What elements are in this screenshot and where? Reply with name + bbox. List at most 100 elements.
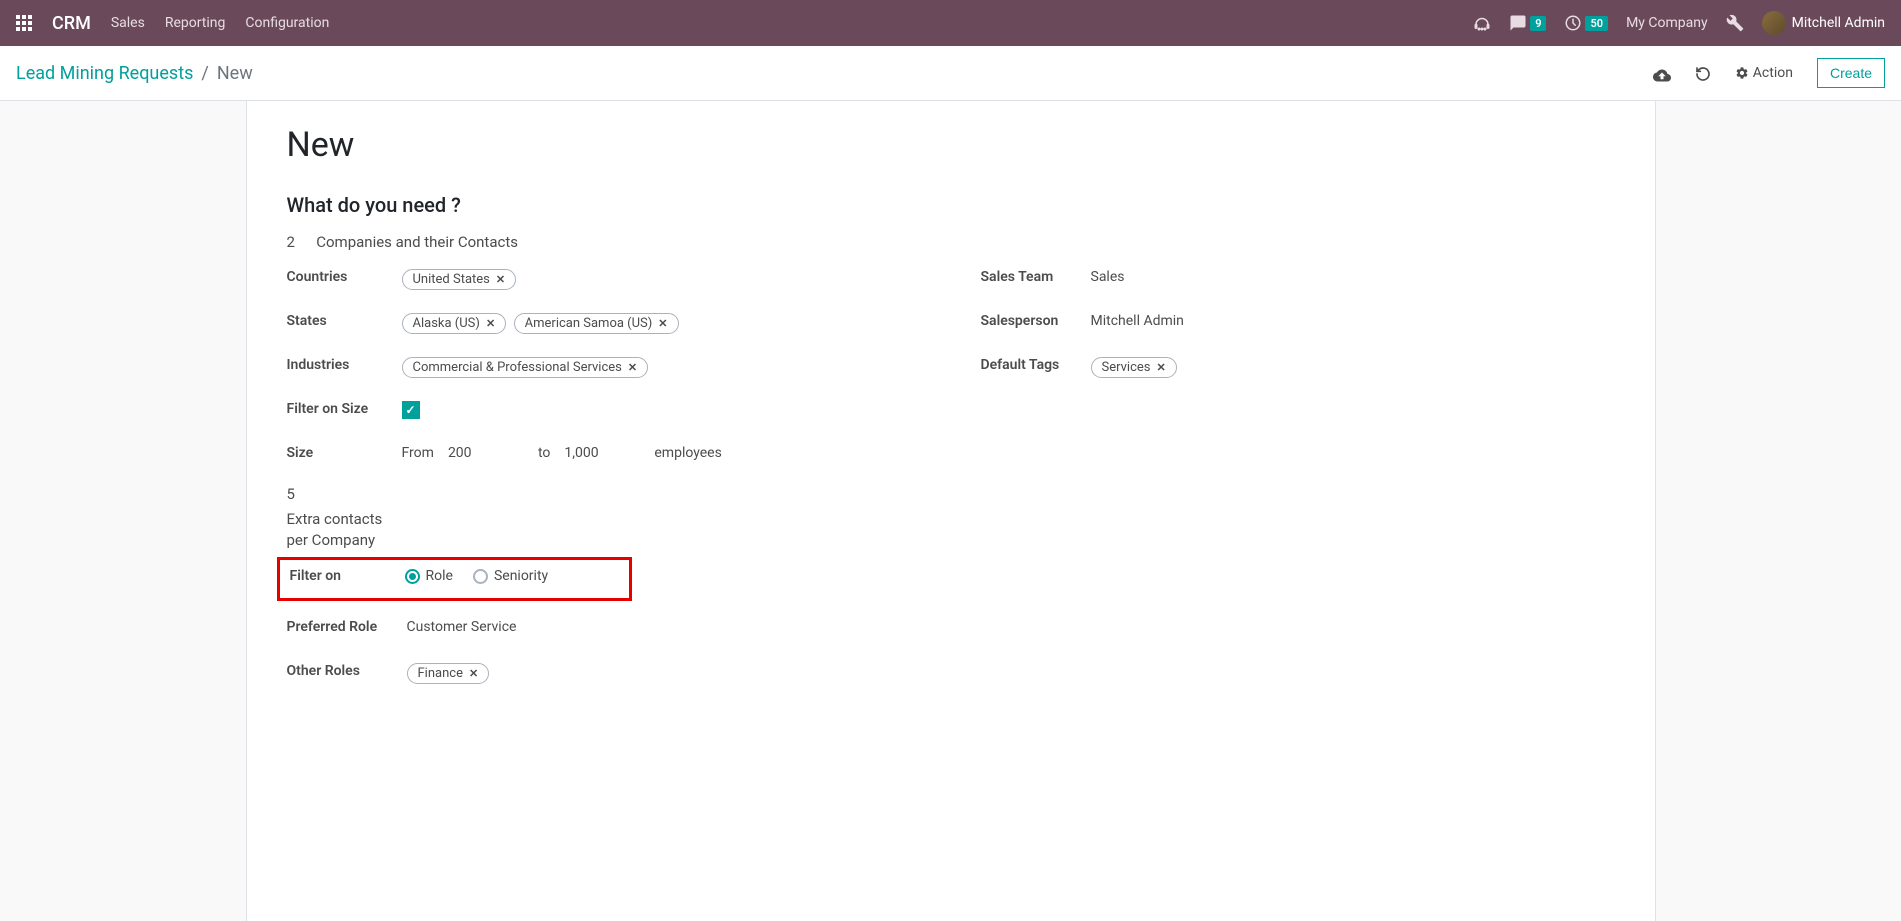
tag-remove-icon[interactable]: ✕ xyxy=(658,317,667,330)
create-button[interactable]: Create xyxy=(1817,58,1885,88)
row-filter-size: Filter on Size ✓ xyxy=(287,397,921,427)
label-preferred-role: Preferred Role xyxy=(287,615,407,635)
lead-count-row: 2 Companies and their Contacts xyxy=(287,233,1615,251)
radio-role-label: Role xyxy=(426,568,453,584)
radio-icon xyxy=(405,569,420,584)
row-preferred-role: Preferred Role Customer Service xyxy=(287,615,921,645)
navbar-right: 9 50 My Company Mitchell Admin xyxy=(1473,11,1885,35)
form-columns: Countries United States✕ States Alaska (… xyxy=(287,265,1615,703)
row-industries: Industries Commercial & Professional Ser… xyxy=(287,353,921,383)
tag-remove-icon[interactable]: ✕ xyxy=(496,273,505,286)
tag-default: Services✕ xyxy=(1091,357,1177,378)
val-states[interactable]: Alaska (US)✕ American Samoa (US)✕ xyxy=(402,309,921,338)
size-from-value[interactable]: 200 xyxy=(448,445,528,461)
row-size: Size From 200 to 1,000 employees xyxy=(287,441,921,471)
row-salesperson: Salesperson Mitchell Admin xyxy=(981,309,1615,339)
activities-icon[interactable]: 50 xyxy=(1564,14,1608,32)
radio-seniority[interactable]: Seniority xyxy=(473,568,548,584)
radio-icon xyxy=(473,569,488,584)
tag-remove-icon[interactable]: ✕ xyxy=(628,361,637,374)
label-size: Size xyxy=(287,441,402,461)
nav-configuration[interactable]: Configuration xyxy=(245,15,329,31)
control-bar: Lead Mining Requests / New Action Create xyxy=(0,46,1901,101)
control-actions: Action Create xyxy=(1653,58,1885,88)
save-cloud-icon[interactable] xyxy=(1653,64,1671,83)
tag-industry: Commercial & Professional Services✕ xyxy=(402,357,649,378)
section-title: What do you need ? xyxy=(287,193,1615,217)
top-navbar: CRM Sales Reporting Configuration 9 50 M… xyxy=(0,0,1901,46)
tag-remove-icon[interactable]: ✕ xyxy=(469,667,478,680)
label-countries: Countries xyxy=(287,265,402,285)
tag-remove-icon[interactable]: ✕ xyxy=(486,317,495,330)
action-label: Action xyxy=(1753,65,1793,81)
tag-remove-icon[interactable]: ✕ xyxy=(1157,361,1166,374)
messages-icon[interactable]: 9 xyxy=(1509,14,1546,32)
label-industries: Industries xyxy=(287,353,402,373)
row-default-tags: Default Tags Services✕ xyxy=(981,353,1615,383)
content-wrapper: New What do you need ? 2 Companies and t… xyxy=(0,101,1901,921)
form-sheet: New What do you need ? 2 Companies and t… xyxy=(246,101,1656,921)
extra-contacts-value[interactable]: 5 xyxy=(287,485,387,503)
row-other-roles: Other Roles Finance✕ xyxy=(287,659,921,689)
label-filter-size: Filter on Size xyxy=(287,397,402,417)
size-unit: employees xyxy=(654,445,721,461)
highlight-filter-on: Filter on Role Seniority xyxy=(277,557,632,601)
discard-icon[interactable] xyxy=(1695,64,1711,83)
size-to-value[interactable]: 1,000 xyxy=(564,445,644,461)
label-default-tags: Default Tags xyxy=(981,353,1091,373)
avatar-icon xyxy=(1762,11,1786,35)
tag-state: American Samoa (US)✕ xyxy=(514,313,679,334)
checkbox-filter-size[interactable]: ✓ xyxy=(402,401,420,419)
radio-role[interactable]: Role xyxy=(405,568,453,584)
app-title[interactable]: CRM xyxy=(52,13,91,34)
val-other-roles[interactable]: Finance✕ xyxy=(407,659,921,688)
breadcrumb: Lead Mining Requests / New xyxy=(16,63,253,84)
breadcrumb-parent[interactable]: Lead Mining Requests xyxy=(16,63,193,84)
row-filter-on: Filter on Role Seniority xyxy=(290,564,623,594)
support-icon[interactable] xyxy=(1473,14,1491,32)
row-sales-team: Sales Team Sales xyxy=(981,265,1615,295)
size-to-label: to xyxy=(538,445,550,461)
breadcrumb-current: New xyxy=(217,63,253,84)
user-name: Mitchell Admin xyxy=(1792,15,1885,31)
size-from-label: From xyxy=(402,445,434,461)
form-col-right: Sales Team Sales Salesperson Mitchell Ad… xyxy=(981,265,1615,703)
user-menu[interactable]: Mitchell Admin xyxy=(1762,11,1885,35)
val-default-tags[interactable]: Services✕ xyxy=(1091,353,1615,382)
tag-country: United States✕ xyxy=(402,269,517,290)
nav-sales[interactable]: Sales xyxy=(111,15,145,31)
breadcrumb-separator: / xyxy=(201,63,208,84)
val-size: From 200 to 1,000 employees xyxy=(402,441,921,461)
debug-icon[interactable] xyxy=(1726,14,1744,32)
val-countries[interactable]: United States✕ xyxy=(402,265,921,294)
navbar-left: CRM Sales Reporting Configuration xyxy=(16,13,329,34)
page-title: New xyxy=(287,125,1615,165)
val-filter-size: ✓ xyxy=(402,397,921,419)
val-sales-team[interactable]: Sales xyxy=(1091,265,1615,285)
row-extra-contacts: 5 Extra contacts per Company xyxy=(287,485,387,551)
val-salesperson[interactable]: Mitchell Admin xyxy=(1091,309,1615,329)
messages-badge: 9 xyxy=(1530,16,1546,31)
tag-role: Finance✕ xyxy=(407,663,490,684)
val-preferred-role[interactable]: Customer Service xyxy=(407,615,921,635)
lead-count-value: 2 xyxy=(287,233,313,251)
activities-badge: 50 xyxy=(1585,16,1608,31)
action-button[interactable]: Action xyxy=(1735,65,1793,81)
form-col-left: Countries United States✕ States Alaska (… xyxy=(287,265,921,703)
row-states: States Alaska (US)✕ American Samoa (US)✕ xyxy=(287,309,921,339)
company-switcher[interactable]: My Company xyxy=(1626,15,1708,31)
label-sales-team: Sales Team xyxy=(981,265,1091,285)
label-salesperson: Salesperson xyxy=(981,309,1091,329)
gear-icon xyxy=(1735,66,1749,80)
nav-reporting[interactable]: Reporting xyxy=(165,15,226,31)
label-filter-on: Filter on xyxy=(290,564,405,584)
tag-state: Alaska (US)✕ xyxy=(402,313,507,334)
apps-icon[interactable] xyxy=(16,15,32,31)
val-filter-on: Role Seniority xyxy=(405,564,623,584)
lead-count-label: Companies and their Contacts xyxy=(316,233,518,251)
label-states: States xyxy=(287,309,402,329)
val-industries[interactable]: Commercial & Professional Services✕ xyxy=(402,353,921,382)
row-countries: Countries United States✕ xyxy=(287,265,921,295)
extra-contacts-label: Extra contacts per Company xyxy=(287,509,387,551)
label-other-roles: Other Roles xyxy=(287,659,407,679)
